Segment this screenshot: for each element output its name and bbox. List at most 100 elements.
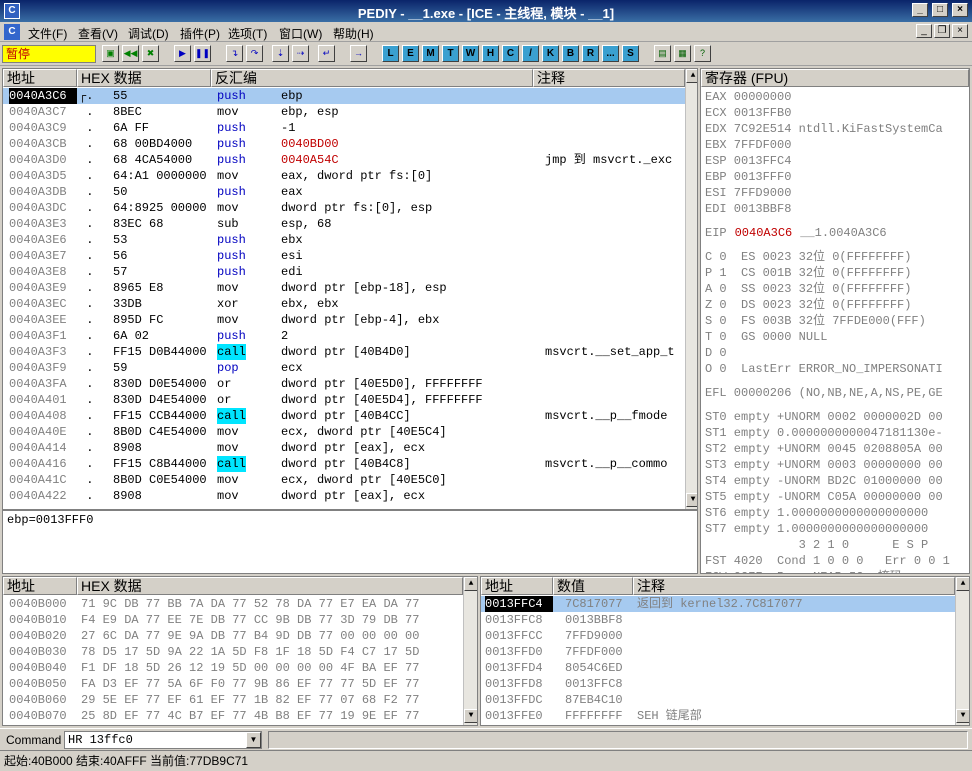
stack-pane[interactable]: 地址 数值 注释 0013FFC4 7C817077 返回到 kernel32.7C… (480, 576, 970, 726)
register-line[interactable]: EBX 7FFDF000 (705, 137, 791, 153)
flag-line[interactable]: T 0 GS 0000 NULL (705, 329, 827, 345)
dump-row[interactable]: 0040B050 FA D3 EF 77 5A 6F F0 77 9B 86 EF… (3, 676, 463, 692)
toolbar-letter-e[interactable]: E (402, 45, 419, 62)
dump-scroll-down-icon[interactable]: ▼ (464, 709, 477, 723)
toolbar-letter-l[interactable]: L (382, 45, 399, 62)
flag-line[interactable]: Z 0 DS 0023 32位 0(FFFFFFFF) (705, 297, 911, 313)
register-line[interactable]: EAX 00000000 (705, 89, 791, 105)
stack-header-addr[interactable]: 地址 (481, 577, 553, 595)
disasm-row[interactable]: 0040A3E9 . 8965 E8 mov dword ptr [ebp-18], … (3, 280, 685, 296)
disasm-row[interactable]: 0040A3C7 . 8BEC mov ebp, esp (3, 104, 685, 120)
disasm-row[interactable]: 0040A414 . 8908 mov dword ptr [eax], ecx (3, 440, 685, 456)
stack-scrollbar[interactable]: ▲ ▼ (955, 577, 969, 725)
open-icon[interactable]: ▣ (102, 45, 119, 62)
child-minimize-button[interactable]: _ (916, 24, 932, 38)
step-over-icon[interactable]: ↷ (246, 45, 263, 62)
disasm-row[interactable]: 0040A3DB . 50 push eax (3, 184, 685, 200)
trace-over-icon[interactable]: ⇢ (292, 45, 309, 62)
app-menu-icon[interactable]: C (4, 24, 20, 40)
register-line[interactable]: EDX 7C92E514 ntdll.KiFastSystemCa (705, 121, 943, 137)
dump-header-hex[interactable]: HEX 数据 (77, 577, 463, 595)
flag-line[interactable]: P 1 CS 001B 32位 0(FFFFFFFF) (705, 265, 911, 281)
dump-header-addr[interactable]: 地址 (3, 577, 77, 595)
disasm-row[interactable]: 0040A3E7 . 56 push esi (3, 248, 685, 264)
menu-debug[interactable]: 调试(D) (128, 25, 169, 42)
child-restore-button[interactable]: ❐ (934, 24, 950, 38)
help-icon[interactable]: ? (694, 45, 711, 62)
dump-pane[interactable]: 地址 HEX 数据 0040B000 71 9C DB 77 BB 7A DA 7… (2, 576, 478, 726)
eip-line[interactable]: EIP 0040A3C6 __1.0040A3C6 (705, 225, 887, 241)
dump-row[interactable]: 0040B010 F4 E9 DA 77 EE 7E DB 77 CC 9B DB… (3, 612, 463, 628)
dump-scroll-up-icon[interactable]: ▲ (464, 577, 477, 591)
stack-row[interactable]: 0013FFC4 7C817077 返回到 kernel32.7C817077 (481, 596, 955, 612)
step-into-icon[interactable]: ↴ (226, 45, 243, 62)
toolbar-letter-r[interactable]: R (582, 45, 599, 62)
disasm-row[interactable]: 0040A3DC . 64:8925 00000 mov dword ptr fs:[… (3, 200, 685, 216)
dump-row[interactable]: 0040B030 78 D5 17 5D 9A 22 1A 5D F8 1F 18… (3, 644, 463, 660)
toolbar-letter-dots[interactable]: ... (602, 45, 619, 62)
disasm-row[interactable]: 0040A3EC . 33DB xor ebx, ebx (3, 296, 685, 312)
register-line[interactable]: ESI 7FFD9000 (705, 185, 791, 201)
disasm-row[interactable]: 0040A416 . FF15 C8B44000 call dword ptr [40… (3, 456, 685, 472)
col-header-addr[interactable]: 地址 (3, 69, 77, 87)
flag-line[interactable]: A 0 SS 0023 32位 0(FFFFFFFF) (705, 281, 911, 297)
dump-row[interactable]: 0040B040 F1 DF 18 5D 26 12 19 5D 00 00 00… (3, 660, 463, 676)
register-line[interactable]: ECX 0013FFB0 (705, 105, 791, 121)
dump-scrollbar[interactable]: ▲ ▼ (463, 577, 477, 725)
disasm-row[interactable]: 0040A3C9 . 6A FF push -1 (3, 120, 685, 136)
stack-header-comment[interactable]: 注释 (633, 577, 955, 595)
command-input[interactable]: HR 13ffc0 (64, 731, 262, 749)
toolbar-letter-m[interactable]: M (422, 45, 439, 62)
disasm-row[interactable]: 0040A3EE . 895D FC mov dword ptr [ebp-4], e… (3, 312, 685, 328)
flag-line[interactable]: O 0 LastErr ERROR_NO_IMPERSONATI (705, 361, 943, 377)
stack-row[interactable]: 0013FFDC 87EB4C10 (481, 692, 955, 708)
toolbar-letter-c[interactable]: C (502, 45, 519, 62)
dump-row[interactable]: 0040B020 27 6C DA 77 9E 9A DB 77 B4 9D DB… (3, 628, 463, 644)
minimize-button[interactable]: _ (912, 3, 928, 17)
dump-row[interactable]: 0040B060 29 5E EF 77 EF 61 EF 77 1B 82 EF… (3, 692, 463, 708)
col-header-hex[interactable]: HEX 数据 (77, 69, 211, 87)
close-debug-icon[interactable]: ✖ (142, 45, 159, 62)
close-button[interactable]: × (952, 3, 968, 17)
stack-row[interactable]: 0013FFC8 0013BBF8 (481, 612, 955, 628)
maximize-button[interactable]: □ (932, 3, 948, 17)
register-line[interactable]: EBP 0013FFF0 (705, 169, 791, 185)
goto-icon[interactable]: → (350, 45, 367, 62)
appearance-icon[interactable]: ▤ (654, 45, 671, 62)
toolbar-letter-s[interactable]: S (622, 45, 639, 62)
options-icon[interactable]: ▦ (674, 45, 691, 62)
disasm-row[interactable]: 0040A3FA . 830D D0E54000 or dword ptr [40E5… (3, 376, 685, 392)
toolbar-letter-k[interactable]: K (542, 45, 559, 62)
run-icon[interactable]: ▶ (174, 45, 191, 62)
toolbar-letter-t[interactable]: T (442, 45, 459, 62)
toolbar-letter-w[interactable]: W (462, 45, 479, 62)
flag-line[interactable]: D 0 (705, 345, 727, 361)
menu-file[interactable]: 文件(F) (28, 25, 67, 42)
toolbar-letter-slash[interactable]: / (522, 45, 539, 62)
registers-pane[interactable]: 寄存器 (FPU) EAX 00000000 ECX 0013FFB0 EDX 7C… (700, 68, 970, 574)
stack-row[interactable]: 0013FFCC 7FFD9000 (481, 628, 955, 644)
disasm-row[interactable]: 0040A3D0 . 68 4CA54000 push 0040A54C jmp 到 m… (3, 152, 685, 168)
execute-till-return-icon[interactable]: ↵ (318, 45, 335, 62)
restart-icon[interactable]: ◀◀ (122, 45, 139, 62)
toolbar-letter-b[interactable]: B (562, 45, 579, 62)
stack-scroll-down-icon[interactable]: ▼ (956, 709, 969, 723)
disasm-row[interactable]: 0040A422 . 8908 mov dword ptr [eax], ecx (3, 488, 685, 504)
register-line[interactable]: ESP 0013FFC4 (705, 153, 791, 169)
menu-view[interactable]: 查看(V) (78, 25, 118, 42)
disasm-row[interactable]: 0040A41C . 8B0D C0E54000 mov ecx, dword ptr… (3, 472, 685, 488)
stack-row[interactable]: 0013FFD4 8054C6ED (481, 660, 955, 676)
disasm-row[interactable]: 0040A401 . 830D D4E54000 or dword ptr [40E5… (3, 392, 685, 408)
disasm-scrollbar[interactable]: ▲ ▼ (685, 69, 697, 509)
disasm-row[interactable]: 0040A3F3 . FF15 D0B44000 call dword ptr [40… (3, 344, 685, 360)
chevron-down-icon[interactable]: ▼ (246, 732, 261, 748)
disasm-row[interactable]: 0040A3C6 ┌. 55 push ebp (3, 88, 685, 104)
col-header-disasm[interactable]: 反汇编 (211, 69, 533, 87)
disasm-row[interactable]: 0040A3F1 . 6A 02 push 2 (3, 328, 685, 344)
dump-row[interactable]: 0040B070 25 8D EF 77 4C B7 EF 77 4B B8 EF… (3, 708, 463, 724)
toolbar-letter-h[interactable]: H (482, 45, 499, 62)
menu-window[interactable]: 窗口(W) (279, 25, 322, 42)
register-line[interactable]: EDI 0013BBF8 (705, 201, 791, 217)
scroll-up-icon[interactable]: ▲ (686, 69, 697, 83)
menu-options[interactable]: 选项(T) (228, 25, 267, 42)
